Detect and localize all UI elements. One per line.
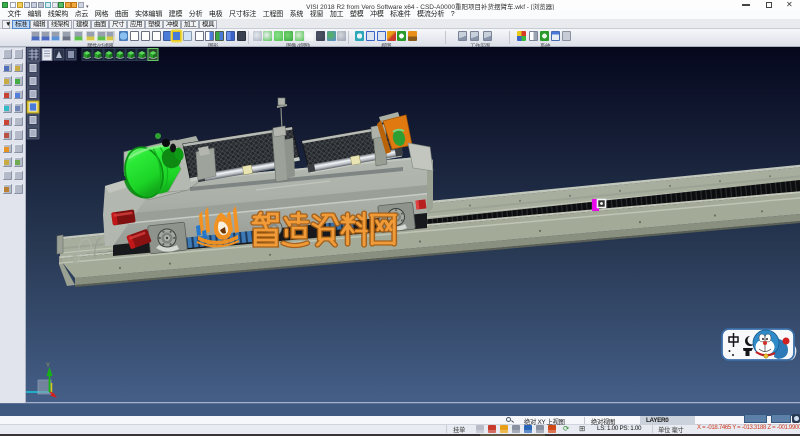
svg-text:Y: Y	[46, 363, 50, 369]
